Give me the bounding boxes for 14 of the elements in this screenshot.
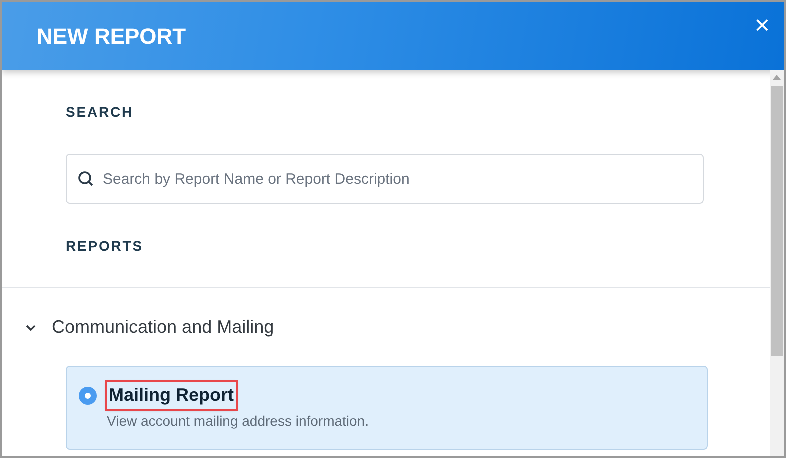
scrollbar-thumb[interactable] (771, 86, 783, 356)
search-label: SEARCH (66, 103, 135, 122)
close-button[interactable]: × (754, 12, 770, 38)
report-option[interactable]: Mailing Report View account mailing address information. (66, 366, 708, 450)
group-header[interactable]: Communication and Mailing (24, 314, 274, 341)
scrollbar[interactable] (770, 70, 784, 456)
reports-label: REPORTS (66, 237, 144, 256)
report-name: Mailing Report (107, 382, 236, 409)
search-field[interactable]: Search by Report Name or Report Description (66, 154, 704, 204)
dialog-title: NEW REPORT (37, 22, 186, 50)
report-description: View account mailing address information. (107, 412, 369, 431)
scroll-up-icon[interactable] (773, 74, 781, 80)
search-icon (78, 171, 94, 187)
radio-button[interactable] (79, 387, 97, 405)
